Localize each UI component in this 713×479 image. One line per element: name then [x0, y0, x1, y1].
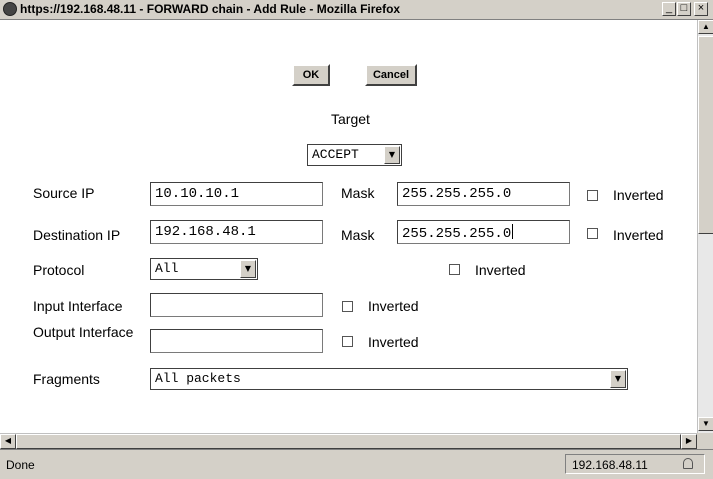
fragments-select[interactable]: All packets ▼ [150, 368, 628, 390]
maximize-button[interactable]: □ [677, 2, 691, 16]
text-cursor [512, 224, 514, 239]
destination-mask-value: 255.255.255.0 [402, 226, 512, 242]
input-inverted-label: Inverted [368, 298, 419, 314]
destination-ip-label: Destination IP [33, 227, 121, 243]
lock-icon[interactable] [683, 458, 693, 469]
source-mask-label: Mask [341, 185, 375, 201]
close-button[interactable]: × [694, 2, 708, 16]
horizontal-scrollbar[interactable]: ◀ ▶ [0, 433, 697, 449]
vertical-scroll-thumb[interactable] [698, 36, 713, 234]
chevron-down-icon[interactable]: ▼ [384, 146, 400, 164]
scroll-down-icon[interactable]: ▼ [698, 417, 713, 431]
protocol-inverted-checkbox[interactable] [449, 264, 460, 275]
cancel-button[interactable]: Cancel [365, 64, 417, 86]
scrollbar-corner [697, 433, 713, 449]
page-content: OK Cancel Target ACCEPT ▼ Source IP 10.1… [0, 20, 697, 433]
horizontal-scroll-thumb[interactable] [16, 434, 681, 449]
protocol-value: All [155, 261, 179, 276]
source-mask-input[interactable]: 255.255.255.0 [397, 182, 570, 206]
firefox-icon [3, 2, 17, 16]
scroll-up-icon[interactable]: ▲ [698, 20, 713, 34]
destination-inverted-checkbox[interactable] [587, 228, 598, 239]
protocol-inverted-label: Inverted [475, 262, 526, 278]
fragments-value: All packets [155, 371, 241, 386]
destination-ip-input[interactable]: 192.168.48.1 [150, 220, 323, 244]
output-inverted-label: Inverted [368, 334, 419, 350]
target-label: Target [331, 111, 370, 127]
target-select[interactable]: ACCEPT ▼ [307, 144, 402, 166]
status-host-text: 192.168.48.11 [572, 458, 648, 472]
protocol-label: Protocol [33, 262, 85, 278]
chevron-down-icon[interactable]: ▼ [610, 370, 626, 388]
protocol-select[interactable]: All ▼ [150, 258, 258, 280]
destination-inverted-label: Inverted [613, 227, 664, 243]
vertical-scrollbar[interactable]: ▲ ▼ [697, 20, 713, 433]
input-interface-label: Input Interface [33, 298, 123, 314]
output-interface-label: Output Interface [33, 324, 134, 340]
target-value: ACCEPT [312, 147, 359, 162]
source-inverted-label: Inverted [613, 187, 664, 203]
window-title: https://192.168.48.11 - FORWARD chain - … [20, 2, 401, 16]
fragments-label: Fragments [33, 371, 100, 387]
minimize-button[interactable]: _ [662, 2, 676, 16]
output-inverted-checkbox[interactable] [342, 336, 353, 347]
output-interface-input[interactable] [150, 329, 323, 353]
source-inverted-checkbox[interactable] [587, 190, 598, 201]
source-ip-input[interactable]: 10.10.10.1 [150, 182, 323, 206]
input-inverted-checkbox[interactable] [342, 301, 353, 312]
destination-mask-input[interactable]: 255.255.255.0 [397, 220, 570, 244]
ok-button[interactable]: OK [292, 64, 330, 86]
scroll-left-icon[interactable]: ◀ [0, 434, 16, 449]
status-text: Done [6, 458, 35, 472]
chevron-down-icon[interactable]: ▼ [240, 260, 256, 278]
destination-mask-label: Mask [341, 227, 375, 243]
title-bar: https://192.168.48.11 - FORWARD chain - … [0, 0, 713, 20]
status-bar: Done 192.168.48.11 [0, 449, 713, 479]
input-interface-input[interactable] [150, 293, 323, 317]
source-ip-label: Source IP [33, 185, 95, 201]
scroll-right-icon[interactable]: ▶ [681, 434, 697, 449]
status-host: 192.168.48.11 [565, 454, 705, 474]
